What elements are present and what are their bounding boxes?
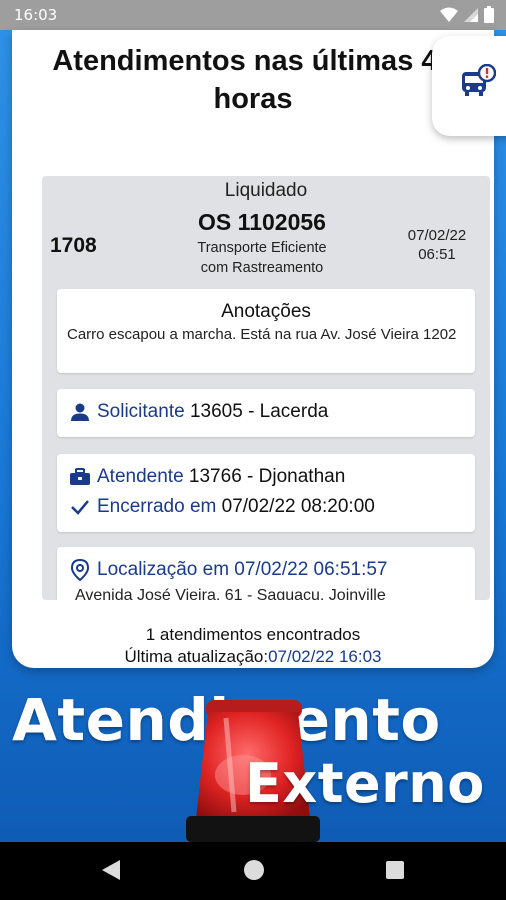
service-datetime: 07/02/22 06:51 — [392, 226, 482, 264]
attendant-row: Atendente 13766 - Djonathan — [69, 466, 345, 488]
recents-icon[interactable] — [384, 858, 406, 882]
service-card: Atendimentos nas últimas 48 horas Liquid… — [12, 30, 494, 668]
attendant-label: Atendente — [97, 466, 184, 487]
notes-title: Anotações — [221, 301, 311, 322]
service-date: 07/02/22 — [407, 227, 467, 244]
requester-value: 13605 - Lacerda — [189, 401, 329, 422]
last-update-label: Última atualização: — [124, 647, 269, 666]
os-number: OS 1102056 — [198, 209, 326, 235]
check-icon — [69, 496, 91, 518]
service-time: 06:51 — [418, 246, 456, 263]
location-box[interactable]: Localização em 07/02/22 06:51:57 Avenida… — [57, 547, 475, 600]
service-record[interactable]: Liquidado 1708 OS 1102056 Transporte Efi… — [42, 176, 490, 600]
notes-box: Anotações Carro escapou a marcha. Está n… — [57, 289, 475, 373]
requester-label: Solicitante — [97, 401, 185, 422]
closed-value: 07/02/22 08:20:00 — [221, 496, 375, 517]
location-label: Localização em 07/02/22 06:51:57 — [97, 559, 388, 580]
toolbox-icon — [69, 466, 91, 488]
service-status: Liquidado — [224, 180, 308, 201]
navigation-bar — [0, 842, 506, 900]
results-count: 1 atendimentos encontrados — [145, 625, 361, 644]
last-update: Última atualização:07/02/22 16:03 — [12, 646, 494, 668]
back-icon[interactable] — [100, 858, 122, 882]
closed-row: Encerrado em 07/02/22 08:20:00 — [69, 496, 375, 518]
battery-icon — [484, 6, 494, 23]
location-address: Avenida José Vieira, 61 - Saguaçu, Joinv… — [75, 587, 386, 600]
requester-box: Solicitante 13605 - Lacerda — [57, 389, 475, 437]
promo-line-2: Externo — [245, 752, 485, 815]
signal-icon — [464, 7, 478, 22]
service-type: Transporte Eficiente com Rastreamento — [157, 238, 367, 278]
status-time: 16:03 — [14, 6, 58, 24]
bus-alert-icon — [462, 64, 496, 96]
service-type-line1: Transporte Eficiente — [197, 240, 327, 256]
person-icon — [69, 401, 91, 423]
notes-text: Carro escapou a marcha. Está na rua Av. … — [67, 326, 457, 343]
attendant-box: Atendente 13766 - Djonathan Encerrado em… — [57, 454, 475, 532]
requester-row: Solicitante 13605 - Lacerda — [69, 401, 328, 423]
status-icons — [440, 6, 494, 23]
wifi-icon — [440, 7, 458, 22]
page-title: Atendimentos nas últimas 48 horas — [52, 45, 454, 115]
status-bar: 16:03 — [0, 0, 506, 30]
location-pin-icon — [69, 559, 91, 581]
last-update-value: 07/02/22 16:03 — [268, 647, 382, 666]
bus-alert-button[interactable] — [432, 36, 506, 136]
service-number: 1708 — [50, 234, 97, 257]
location-row: Localização em 07/02/22 06:51:57 — [69, 559, 388, 581]
closed-label: Encerrado em — [97, 496, 217, 517]
service-type-line2: com Rastreamento — [200, 260, 324, 276]
attendant-value: 13766 - Djonathan — [188, 466, 346, 487]
results-summary: 1 atendimentos encontrados Última atuali… — [12, 624, 494, 668]
home-icon[interactable] — [242, 858, 266, 882]
